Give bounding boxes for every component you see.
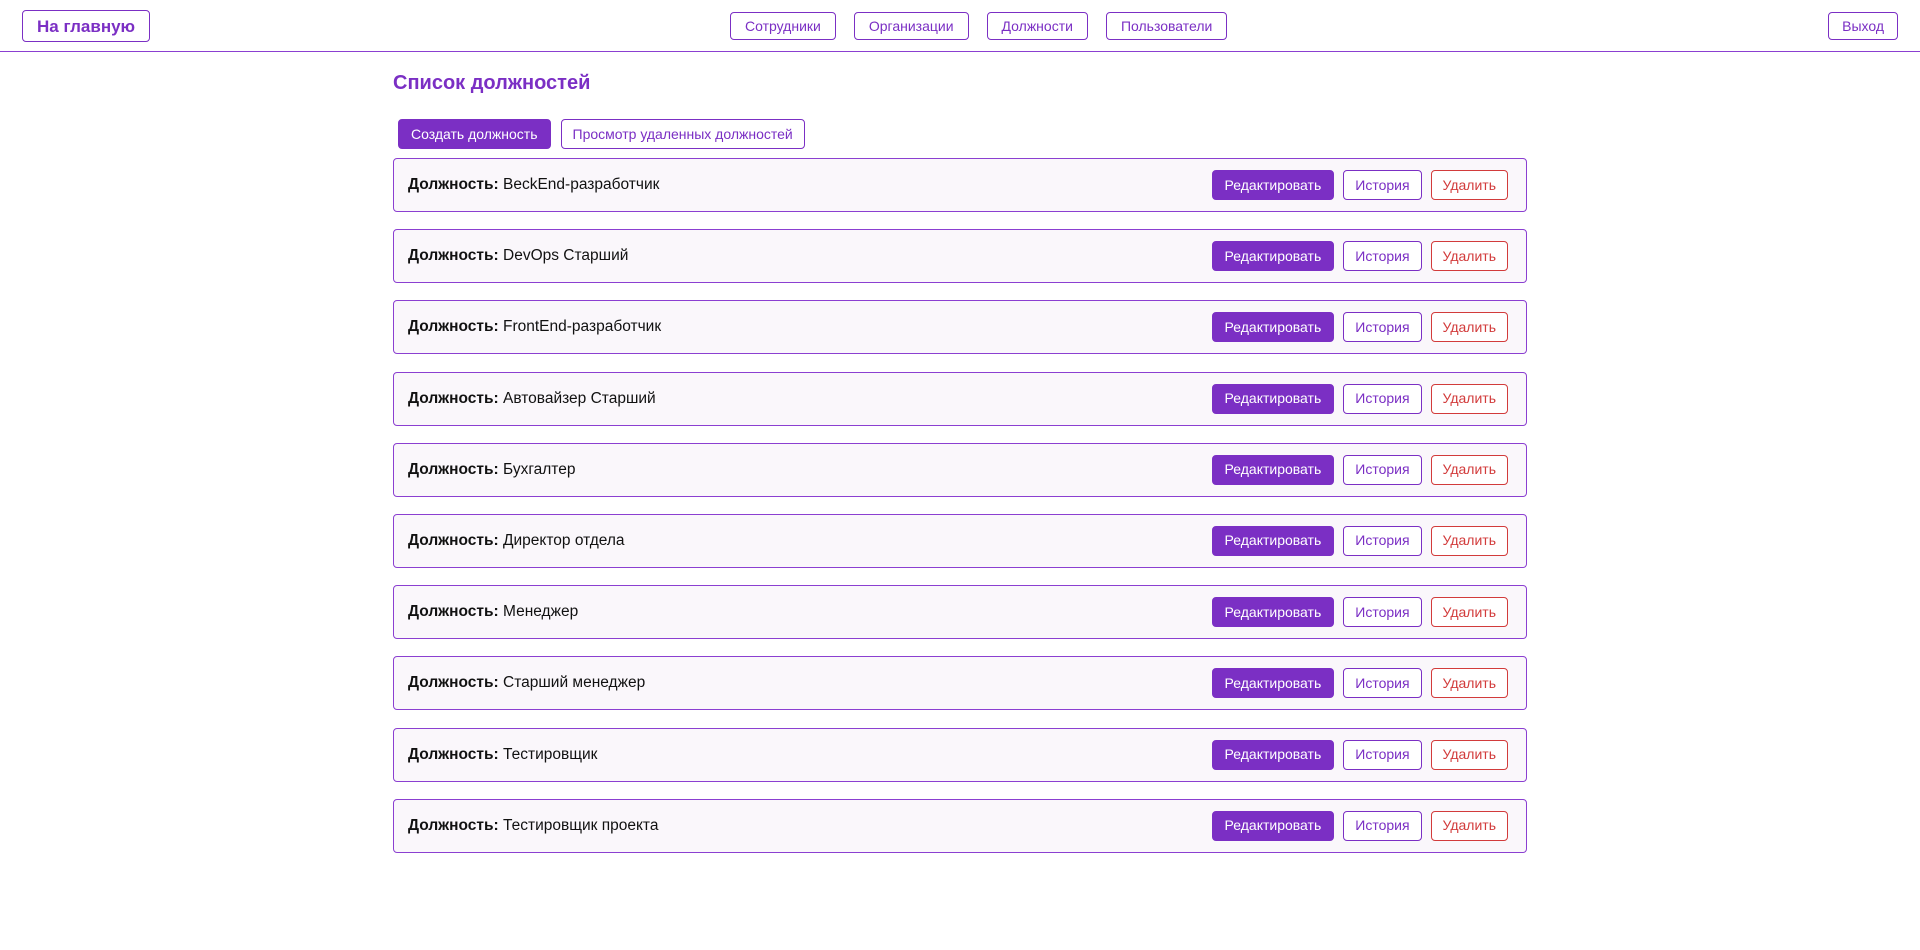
- row-buttons: Редактировать История Удалить: [1211, 312, 1508, 343]
- edit-button[interactable]: Редактировать: [1211, 241, 1335, 272]
- positions-list: Должность: BeckEnd-разработчик Редактиро…: [393, 158, 1527, 853]
- delete-button[interactable]: Удалить: [1430, 525, 1508, 556]
- position-name: DevOps Старший: [503, 247, 629, 265]
- page-title: Список должностей: [393, 72, 591, 94]
- position-label: Должность: Директор отдела: [408, 515, 625, 566]
- position-label: Должность: Тестировщик проекта: [408, 800, 658, 851]
- edit-button[interactable]: Редактировать: [1211, 170, 1335, 200]
- position-label: Должность: BeckEnd-разработчик: [408, 159, 659, 210]
- logout-button[interactable]: Выход: [1828, 12, 1898, 40]
- position-name: Старший менеджер: [503, 674, 646, 692]
- delete-button[interactable]: Удалить: [1430, 383, 1508, 414]
- position-prefix: Должность:: [408, 460, 499, 478]
- delete-button[interactable]: Удалить: [1430, 241, 1508, 272]
- edit-button[interactable]: Редактировать: [1211, 810, 1335, 841]
- position-prefix: Должность:: [408, 745, 499, 763]
- history-button[interactable]: История: [1343, 597, 1422, 628]
- position-prefix: Должность:: [408, 531, 499, 549]
- position-prefix: Должность:: [408, 176, 499, 193]
- position-row: Должность: Автовайзер Старший Редактиров…: [393, 371, 1527, 426]
- position-label: Должность: Автовайзер Старший: [408, 373, 656, 424]
- position-prefix: Должность:: [408, 816, 499, 834]
- position-label: Должность: DevOps Старший: [408, 230, 628, 281]
- position-row: Должность: Директор отдела Редактировать…: [393, 513, 1527, 568]
- history-button[interactable]: История: [1343, 454, 1422, 485]
- main-nav: Сотрудники Организации Должности Пользов…: [730, 12, 1228, 40]
- position-name: Тестировщик: [503, 745, 598, 763]
- edit-button[interactable]: Редактировать: [1211, 739, 1335, 770]
- row-buttons: Редактировать История Удалить: [1211, 383, 1508, 414]
- history-button[interactable]: История: [1343, 739, 1422, 770]
- nav-positions-button[interactable]: Должности: [986, 12, 1088, 40]
- row-buttons: Редактировать История Удалить: [1211, 810, 1508, 841]
- edit-button[interactable]: Редактировать: [1211, 383, 1335, 414]
- delete-button[interactable]: Удалить: [1430, 454, 1508, 485]
- delete-button[interactable]: Удалить: [1430, 597, 1508, 628]
- create-position-button[interactable]: Создать должность: [398, 119, 551, 149]
- edit-button[interactable]: Редактировать: [1211, 312, 1335, 343]
- position-row: Должность: BeckEnd-разработчик Редактиро…: [393, 158, 1527, 212]
- position-label: Должность: Старший менеджер: [408, 657, 645, 708]
- edit-button[interactable]: Редактировать: [1211, 597, 1335, 628]
- position-row: Должность: Тестировщик Редактировать Ист…: [393, 727, 1527, 782]
- position-name: Бухгалтер: [503, 460, 576, 478]
- position-prefix: Должность:: [408, 389, 499, 407]
- position-name: BeckEnd-разработчик: [503, 176, 660, 193]
- position-name: Директор отдела: [503, 531, 625, 549]
- position-name: FrontEnd-разработчик: [503, 318, 662, 336]
- row-buttons: Редактировать История Удалить: [1211, 525, 1508, 556]
- view-deleted-positions-button[interactable]: Просмотр удаленных должностей: [560, 119, 805, 149]
- history-button[interactable]: История: [1343, 241, 1422, 272]
- row-buttons: Редактировать История Удалить: [1211, 739, 1508, 770]
- row-buttons: Редактировать История Удалить: [1211, 597, 1508, 628]
- position-row: Должность: Тестировщик проекта Редактиро…: [393, 798, 1527, 853]
- edit-button[interactable]: Редактировать: [1211, 668, 1335, 699]
- delete-button[interactable]: Удалить: [1430, 810, 1508, 841]
- home-button[interactable]: На главную: [22, 10, 151, 42]
- delete-button[interactable]: Удалить: [1430, 170, 1508, 200]
- row-buttons: Редактировать История Удалить: [1211, 170, 1508, 200]
- list-actions: Создать должность Просмотр удаленных дол…: [393, 119, 1527, 149]
- position-label: Должность: Бухгалтер: [408, 444, 575, 495]
- position-label: Должность: Тестировщик: [408, 729, 597, 780]
- edit-button[interactable]: Редактировать: [1211, 525, 1335, 556]
- history-button[interactable]: История: [1343, 525, 1422, 556]
- delete-button[interactable]: Удалить: [1430, 739, 1508, 770]
- row-buttons: Редактировать История Удалить: [1211, 668, 1508, 699]
- position-row: Должность: Менеджер Редактировать Истори…: [393, 585, 1527, 640]
- position-prefix: Должность:: [408, 318, 499, 336]
- main-content: Список должностей Создать должность Прос…: [393, 70, 1527, 870]
- position-prefix: Должность:: [408, 247, 499, 265]
- position-name: Автовайзер Старший: [503, 389, 656, 407]
- nav-employees-button[interactable]: Сотрудники: [730, 12, 836, 40]
- top-navbar: На главную Сотрудники Организации Должно…: [0, 0, 1920, 52]
- history-button[interactable]: История: [1343, 312, 1422, 343]
- history-button[interactable]: История: [1343, 170, 1422, 200]
- position-row: Должность: FrontEnd-разработчик Редактир…: [393, 300, 1527, 355]
- nav-users-button[interactable]: Пользователи: [1105, 12, 1228, 40]
- row-buttons: Редактировать История Удалить: [1211, 454, 1508, 485]
- position-name: Менеджер: [503, 603, 579, 621]
- nav-organizations-button[interactable]: Организации: [853, 12, 969, 40]
- row-buttons: Редактировать История Удалить: [1211, 241, 1508, 272]
- position-prefix: Должность:: [408, 603, 499, 621]
- edit-button[interactable]: Редактировать: [1211, 454, 1335, 485]
- position-name: Тестировщик проекта: [503, 816, 659, 834]
- position-row: Должность: Бухгалтер Редактировать Истор…: [393, 442, 1527, 497]
- delete-button[interactable]: Удалить: [1430, 668, 1508, 699]
- history-button[interactable]: История: [1343, 668, 1422, 699]
- position-row: Должность: DevOps Старший Редактировать …: [393, 229, 1527, 284]
- position-row: Должность: Старший менеджер Редактироват…: [393, 656, 1527, 711]
- position-prefix: Должность:: [408, 674, 499, 692]
- history-button[interactable]: История: [1343, 383, 1422, 414]
- position-label: Должность: FrontEnd-разработчик: [408, 301, 661, 352]
- position-label: Должность: Менеджер: [408, 586, 578, 637]
- delete-button[interactable]: Удалить: [1430, 312, 1508, 343]
- history-button[interactable]: История: [1343, 810, 1422, 841]
